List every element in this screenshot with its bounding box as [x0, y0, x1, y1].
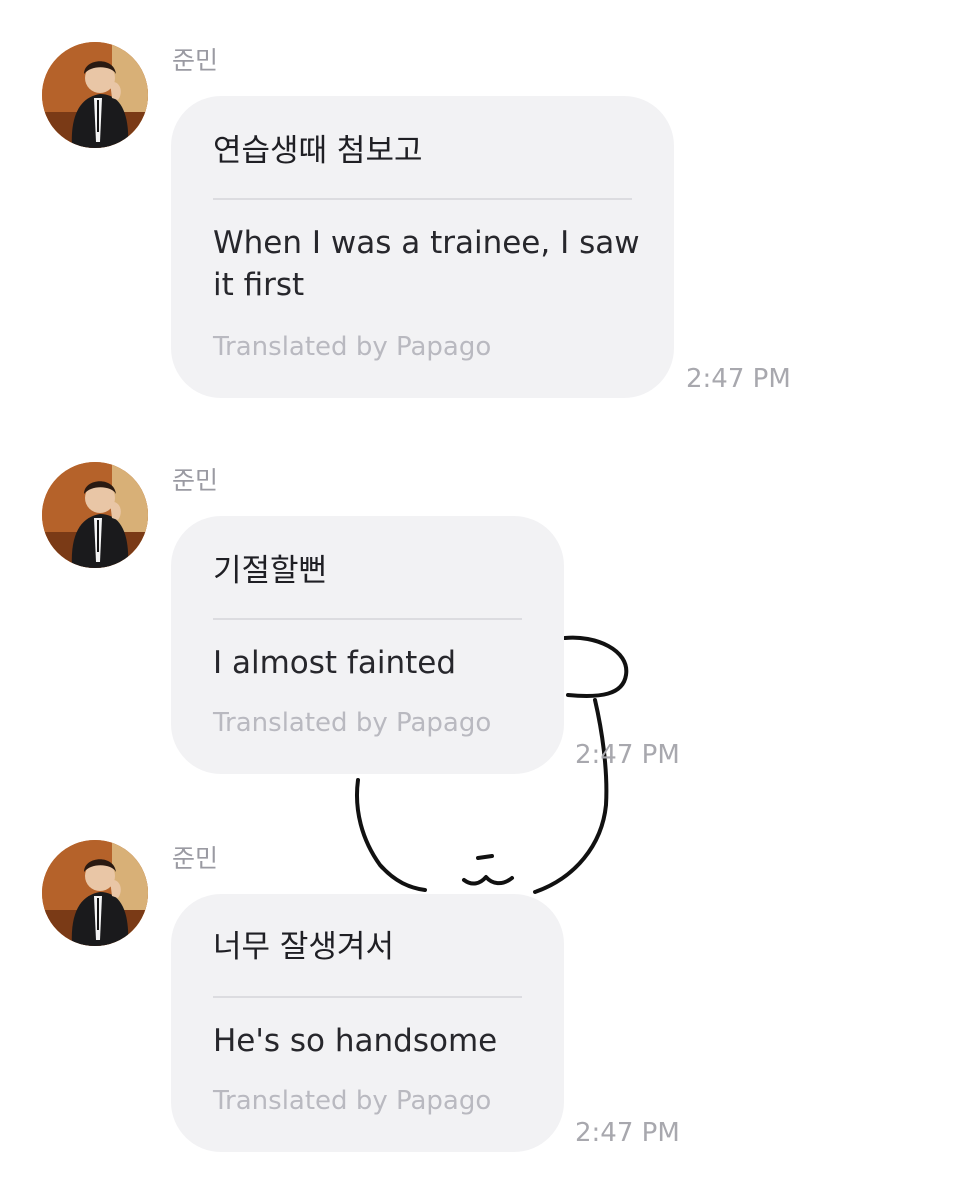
message-bubble[interactable]: 기절할뻔 I almost fainted Translated by Papa…	[171, 516, 564, 774]
translated-text: I almost fainted	[213, 645, 457, 681]
timestamp: 2:47 PM	[575, 1118, 680, 1148]
translation-credit: Translated by Papago	[213, 1086, 492, 1116]
original-text: 기절할뻔	[213, 553, 328, 589]
avatar[interactable]	[42, 462, 148, 568]
translation-credit: Translated by Papago	[213, 708, 492, 738]
translated-text: When I was a trainee, I saw it first	[213, 225, 640, 303]
translated-text: He's so handsome	[213, 1023, 498, 1059]
avatar-photo-icon	[42, 462, 148, 568]
original-text: 연습생때 첨보고	[213, 133, 423, 169]
avatar-photo-icon	[42, 840, 148, 946]
timestamp: 2:47 PM	[686, 364, 791, 394]
original-text: 너무 잘생겨서	[213, 929, 394, 965]
divider	[213, 198, 632, 200]
avatar[interactable]	[42, 42, 148, 148]
divider	[213, 996, 522, 998]
sender-name: 준민	[172, 844, 219, 873]
message-bubble[interactable]: 연습생때 첨보고 When I was a trainee, I saw it …	[171, 96, 674, 398]
translation-credit: Translated by Papago	[213, 332, 492, 362]
sender-name: 준민	[172, 466, 219, 495]
timestamp: 2:47 PM	[575, 740, 680, 770]
avatar-photo-icon	[42, 42, 148, 148]
avatar[interactable]	[42, 840, 148, 946]
message-bubble[interactable]: 너무 잘생겨서 He's so handsome Translated by P…	[171, 894, 564, 1152]
sender-name: 준민	[172, 46, 219, 75]
divider	[213, 618, 522, 620]
